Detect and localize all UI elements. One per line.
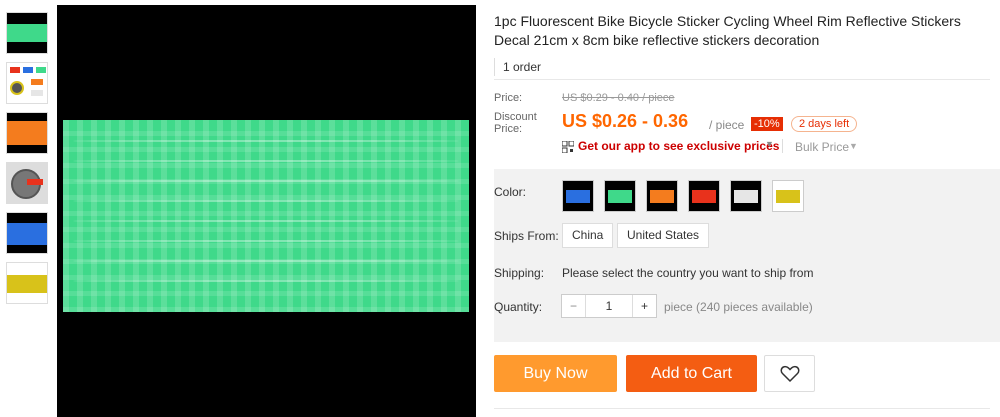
main-product-image xyxy=(57,5,476,417)
reflective-sticker-image xyxy=(63,120,469,312)
thumbnail-strip xyxy=(0,0,56,417)
discount-price-label: Price: xyxy=(494,123,523,135)
product-title: 1pc Fluorescent Bike Bicycle Sticker Cyc… xyxy=(494,13,961,48)
thumbnail-blue[interactable] xyxy=(6,212,48,254)
color-label: Color: xyxy=(494,185,527,199)
thumbnail-wheel[interactable] xyxy=(6,162,48,204)
ships-from-united-states[interactable]: United States xyxy=(617,223,710,248)
ships-from-china[interactable]: China xyxy=(562,223,614,248)
quantity-minus-button[interactable]: − xyxy=(562,295,586,317)
discount-badge: -10% xyxy=(751,117,783,131)
wishlist-button[interactable] xyxy=(764,355,815,392)
color-swatch-orange[interactable] xyxy=(646,180,678,212)
quantity-available: piece (240 pieces available) xyxy=(664,300,813,314)
qr-code-icon xyxy=(561,140,575,154)
heart-icon xyxy=(780,365,800,383)
quantity-label: Quantity: xyxy=(494,300,543,314)
shipping-text: Please select the country you want to sh… xyxy=(562,266,814,280)
order-count: 1 order xyxy=(494,58,550,76)
thumbnail-multicolor[interactable] xyxy=(6,62,48,104)
days-left-badge: 2 days left xyxy=(791,116,858,132)
color-swatch-green[interactable] xyxy=(604,180,636,212)
divider xyxy=(494,79,990,80)
price-unit: / piece xyxy=(709,118,745,132)
color-swatch-yellow[interactable] xyxy=(772,180,804,212)
ships-from-label: Ships From: xyxy=(494,229,559,243)
bulk-chevron-down-icon[interactable]: ▼ xyxy=(849,141,858,151)
original-price: US $0.29 - 0.40 / piece xyxy=(562,92,675,104)
bulk-price-link[interactable]: Bulk Price xyxy=(795,140,849,154)
quantity-plus-button[interactable]: + xyxy=(632,295,656,317)
shipping-label: Shipping: xyxy=(494,266,545,280)
chevron-down-icon[interactable]: ▼ xyxy=(765,139,774,149)
price-label: Price: xyxy=(494,92,523,104)
divider xyxy=(494,408,990,409)
separator xyxy=(782,139,783,153)
product-info: 1pc Fluorescent Bike Bicycle Sticker Cyc… xyxy=(494,12,990,80)
color-swatch-red[interactable] xyxy=(688,180,720,212)
quantity-stepper: − 1 + xyxy=(561,294,657,318)
thumbnail-green[interactable] xyxy=(6,12,48,54)
color-swatch-blue[interactable] xyxy=(562,180,594,212)
app-exclusive-link[interactable]: Get our app to see exclusive prices xyxy=(578,139,779,153)
discount-label: Discount xyxy=(494,111,537,123)
thumbnail-yellow[interactable] xyxy=(6,262,48,304)
quantity-input[interactable]: 1 xyxy=(586,295,632,317)
current-price: US $0.26 - 0.36 xyxy=(562,111,689,131)
add-to-cart-button[interactable]: Add to Cart xyxy=(626,355,757,392)
thumbnail-orange[interactable] xyxy=(6,112,48,154)
buy-now-button[interactable]: Buy Now xyxy=(494,355,617,392)
color-swatch-white[interactable] xyxy=(730,180,762,212)
